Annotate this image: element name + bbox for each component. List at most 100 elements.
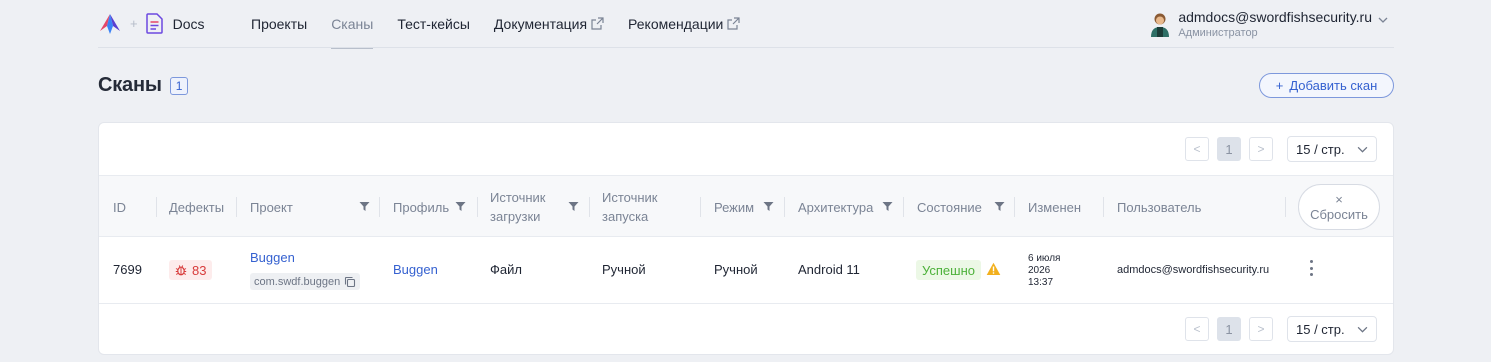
architecture: Android 11 xyxy=(798,262,860,277)
column-divider xyxy=(379,197,380,217)
scans-count-badge: 1 xyxy=(169,76,189,95)
nav-projects-label: Проекты xyxy=(251,15,308,32)
bug-icon xyxy=(175,265,187,276)
prev-page-button[interactable]: < xyxy=(1185,317,1209,341)
nav-documentation[interactable]: Документация xyxy=(494,0,604,48)
col-header-project: Проект xyxy=(250,199,293,215)
filter-icon[interactable] xyxy=(455,201,466,212)
user-email: admdocs@swordfishsecurity.ru xyxy=(1178,9,1372,25)
nav-recommendations[interactable]: Рекомендации xyxy=(628,0,740,48)
column-divider xyxy=(1285,197,1286,217)
profile-link[interactable]: Buggen xyxy=(393,262,438,277)
close-icon: × xyxy=(1335,192,1343,207)
add-scan-button[interactable]: + Добавить скан xyxy=(1259,73,1394,98)
external-link-icon xyxy=(591,17,604,30)
reset-filters-button[interactable]: × Сбросить xyxy=(1298,184,1380,230)
page-number[interactable]: 1 xyxy=(1217,317,1241,341)
chevron-down-icon xyxy=(1357,146,1368,153)
col-header-architecture: Архитектура xyxy=(798,199,874,215)
filter-icon[interactable] xyxy=(568,201,579,212)
defects-badge[interactable]: 83 xyxy=(169,260,213,280)
upload-source: Файл xyxy=(490,262,522,277)
main-nav: Проекты Сканы Тест-кейсы Документация Ре… xyxy=(251,0,764,49)
table-row[interactable]: 7699 83 Buggen com.swdf.buggen Buggen Фа… xyxy=(99,237,1393,304)
col-header-launch-source-line1: Источник xyxy=(602,190,658,205)
col-header-launch-source-line2: запуска xyxy=(602,209,649,224)
page-number[interactable]: 1 xyxy=(1217,137,1241,161)
column-divider xyxy=(156,197,157,217)
pagination-bottom: < 1 > 15 / стр. xyxy=(1185,316,1377,342)
logo[interactable]: + Docs xyxy=(98,13,251,35)
col-header-mode: Режим xyxy=(714,199,755,215)
table-header: ID Дефекты Проект Профиль Источник загру… xyxy=(99,175,1393,237)
col-header-id: ID xyxy=(113,199,126,215)
column-divider xyxy=(589,197,590,217)
col-header-upload-source-line1: Источник xyxy=(490,190,546,205)
docs-icon xyxy=(145,13,163,34)
plus-sign: + xyxy=(130,16,138,31)
package-name-text: com.swdf.buggen xyxy=(254,275,341,288)
docs-label: Docs xyxy=(172,15,205,32)
page-title: Сканы xyxy=(98,74,162,96)
col-header-upload-source: Источник загрузки xyxy=(490,176,546,238)
filter-icon[interactable] xyxy=(994,201,1005,212)
nav-projects[interactable]: Проекты xyxy=(251,0,307,48)
column-divider xyxy=(236,197,237,217)
launch-source: Ручной xyxy=(602,262,646,277)
top-navbar: + Docs Проекты Сканы Тест-кейсы Документ… xyxy=(98,0,1394,49)
modified-date-line2: 2026 xyxy=(1028,265,1051,276)
add-scan-label: Добавить скан xyxy=(1289,78,1378,93)
page-title-row: Сканы 1 xyxy=(98,74,189,97)
filter-icon[interactable] xyxy=(359,201,370,212)
status-badge: Успешно xyxy=(916,260,981,280)
nav-scans-label: Сканы xyxy=(331,15,374,32)
package-name: com.swdf.buggen xyxy=(250,273,361,290)
external-link-icon xyxy=(727,17,740,30)
modified-date: 6 июля 2026 13:37 xyxy=(1028,253,1078,289)
user-menu[interactable]: admdocs@swordfishsecurity.ru Администрат… xyxy=(1148,9,1388,40)
col-header-state: Состояние xyxy=(917,199,982,215)
next-page-button[interactable]: > xyxy=(1249,317,1273,341)
user-cell: admdocs@swordfishsecurity.ru xyxy=(1117,264,1270,276)
next-page-button[interactable]: > xyxy=(1249,137,1273,161)
chevron-down-icon xyxy=(1357,326,1368,333)
project-link[interactable]: Buggen xyxy=(250,250,295,265)
column-divider xyxy=(477,197,478,217)
plus-icon: + xyxy=(1275,78,1284,93)
avatar xyxy=(1151,13,1170,37)
column-divider xyxy=(1014,197,1015,217)
col-header-profile: Профиль xyxy=(393,199,450,215)
user-role: Администратор xyxy=(1178,27,1258,39)
nav-documentation-label: Документация xyxy=(493,15,588,32)
copy-icon[interactable] xyxy=(344,276,356,288)
nav-test-cases-label: Тест-кейсы xyxy=(397,15,470,32)
brand-logo-icon xyxy=(100,13,120,34)
page-size-value: 15 / стр. xyxy=(1296,321,1345,337)
column-divider xyxy=(903,197,904,217)
col-header-upload-source-line2: загрузки xyxy=(490,209,541,224)
nav-test-cases[interactable]: Тест-кейсы xyxy=(397,0,470,48)
column-divider xyxy=(784,197,785,217)
prev-page-button[interactable]: < xyxy=(1185,137,1209,161)
filter-icon[interactable] xyxy=(882,201,893,212)
col-header-user: Пользователь xyxy=(1117,199,1202,215)
page-size-select[interactable]: 15 / стр. xyxy=(1287,316,1377,342)
page-size-value: 15 / стр. xyxy=(1296,141,1345,157)
warning-icon[interactable] xyxy=(986,262,1001,276)
filter-icon[interactable] xyxy=(763,201,774,212)
nav-recommendations-label: Рекомендации xyxy=(628,15,724,32)
defects-count: 83 xyxy=(192,262,207,278)
reset-filters-label: Сбросить xyxy=(1310,207,1368,222)
nav-scans[interactable]: Сканы xyxy=(331,0,374,49)
modified-date-line3: 13:37 xyxy=(1028,277,1054,288)
mode: Ручной xyxy=(714,262,758,277)
page-size-select[interactable]: 15 / стр. xyxy=(1287,136,1377,162)
scan-id: 7699 xyxy=(113,262,142,277)
col-header-defects: Дефекты xyxy=(169,199,225,215)
scans-table-card: < 1 > 15 / стр. ID Дефекты Проект Профил… xyxy=(98,122,1394,355)
pagination-top: < 1 > 15 / стр. xyxy=(1185,136,1377,162)
chevron-down-icon xyxy=(1378,17,1388,23)
col-header-modified: Изменен xyxy=(1028,199,1082,215)
row-actions-menu[interactable] xyxy=(1308,260,1314,276)
column-divider xyxy=(1103,197,1104,217)
